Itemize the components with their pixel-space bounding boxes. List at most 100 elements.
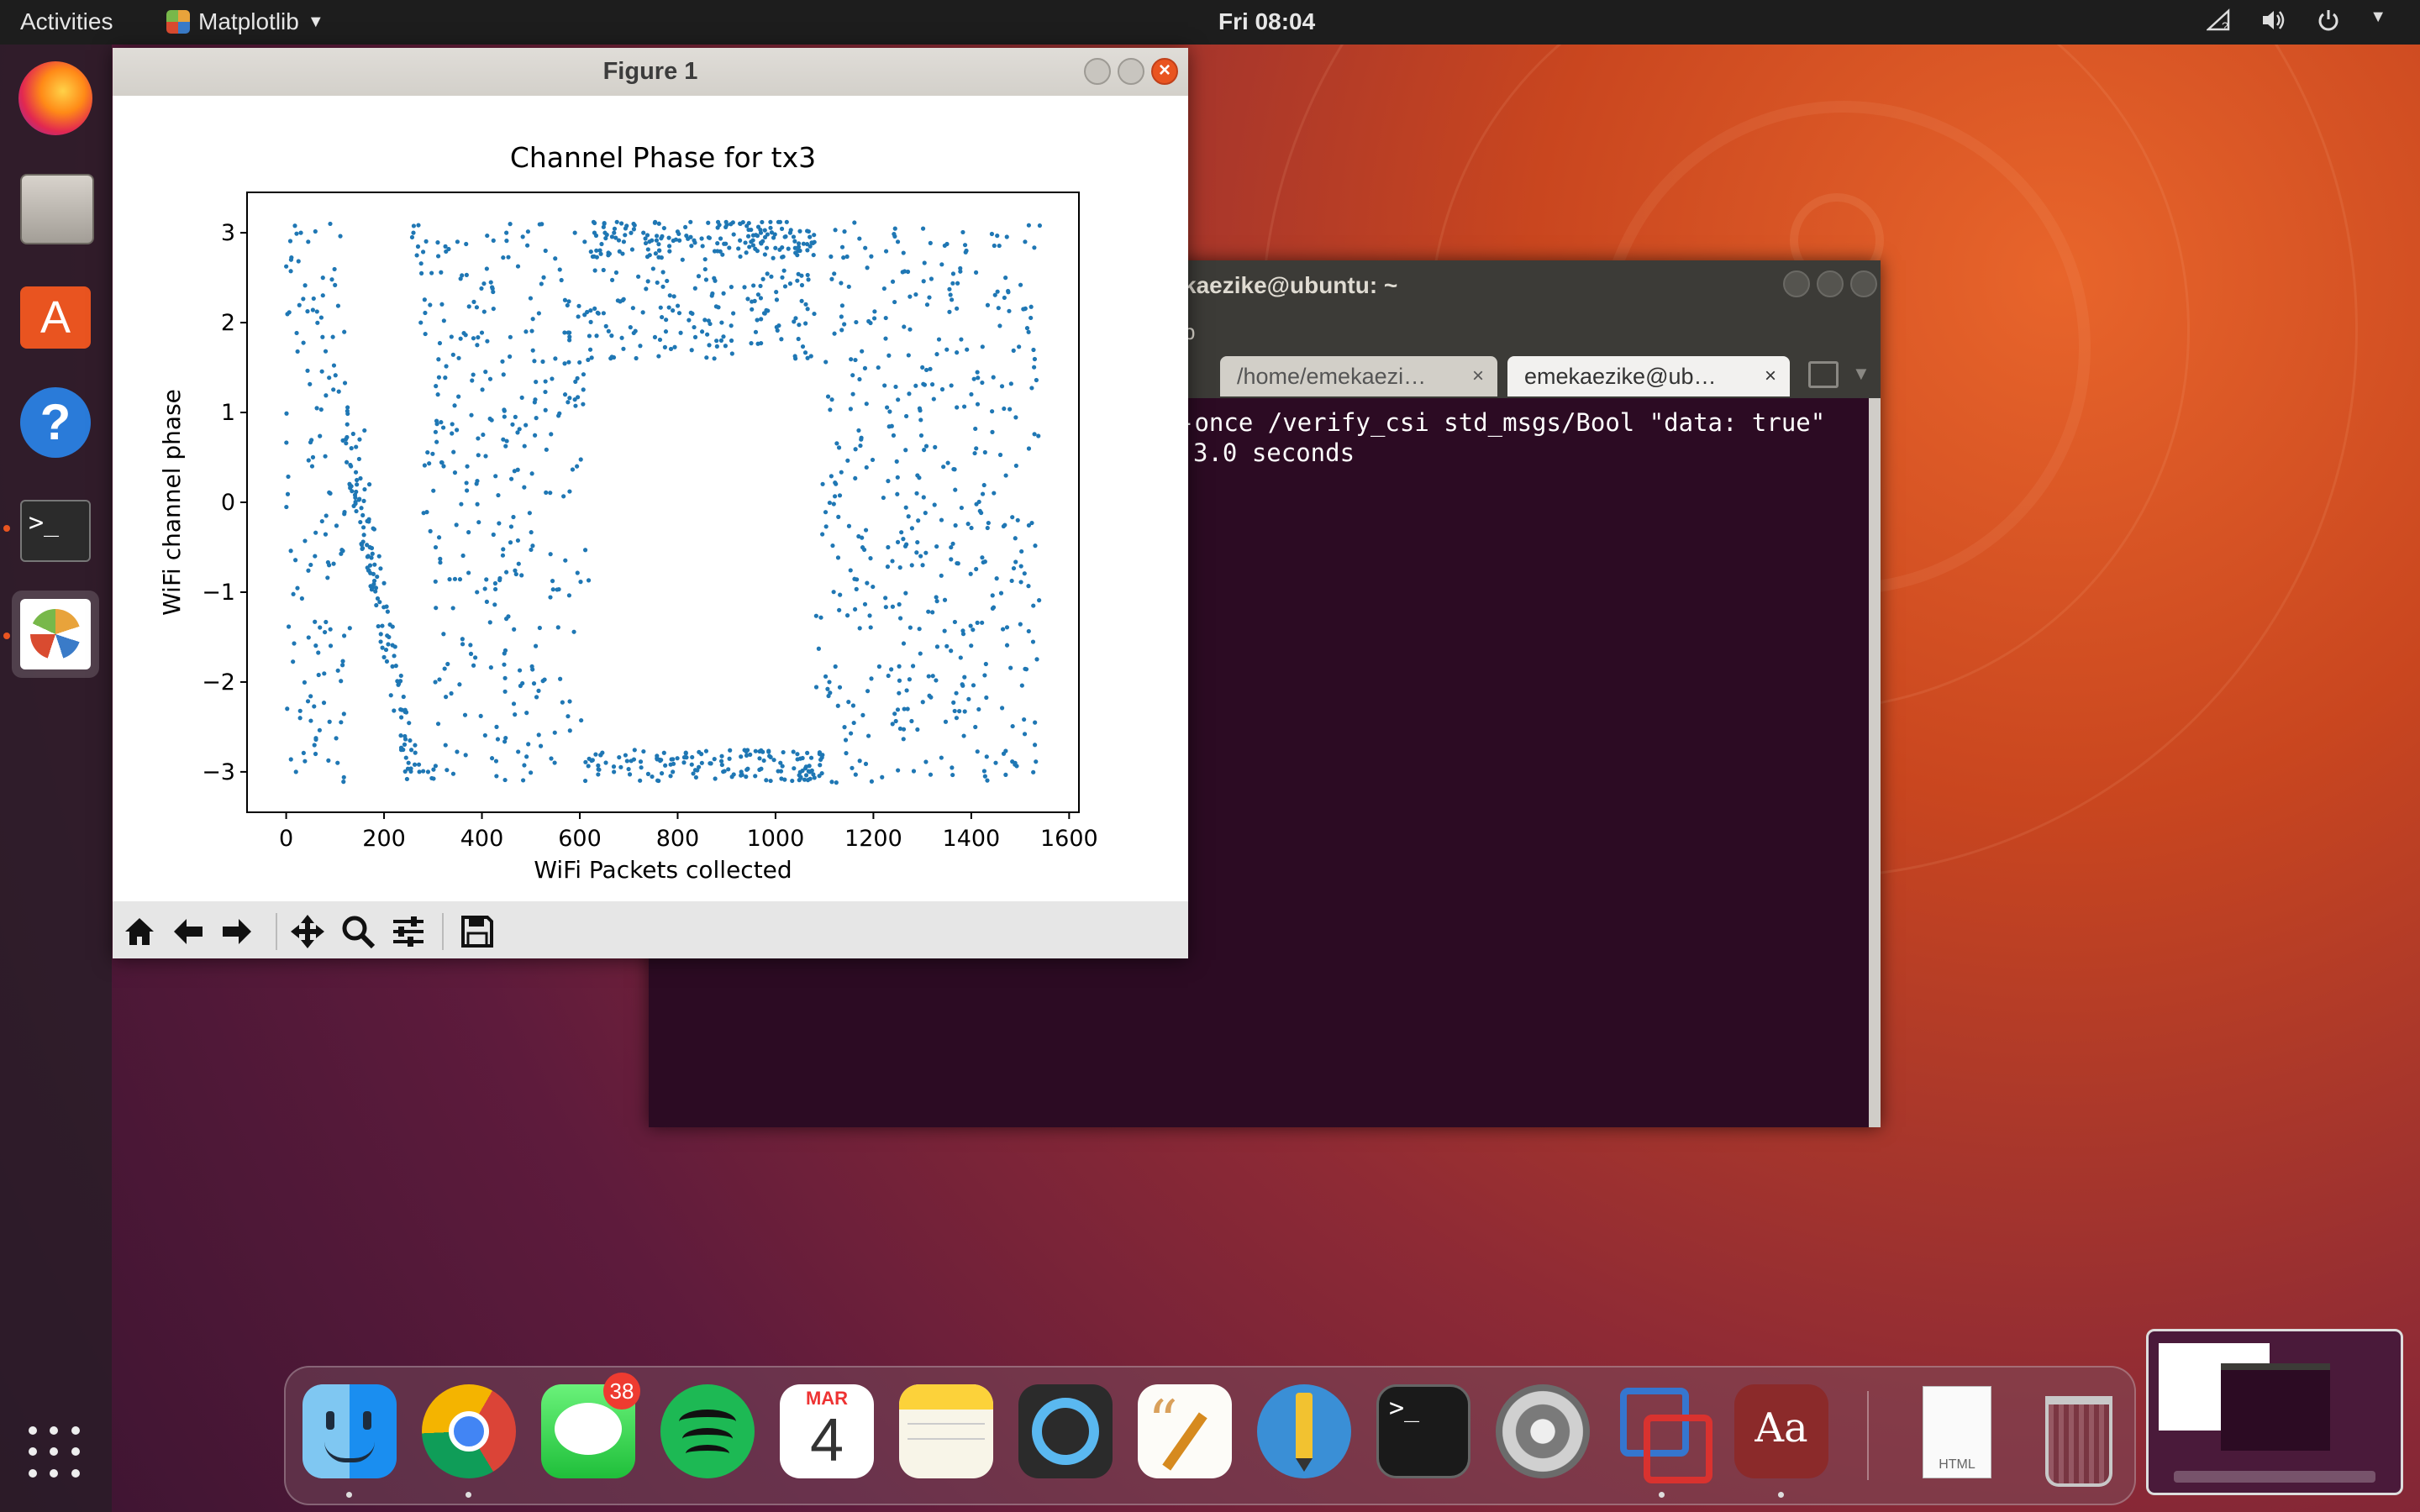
- scatter-point: [562, 392, 568, 397]
- scatter-point: [671, 294, 676, 299]
- dock-item-trash[interactable]: [2028, 1384, 2123, 1487]
- forward-button[interactable]: [215, 910, 259, 953]
- activities-button[interactable]: Activities: [20, 8, 113, 35]
- scatter-point: [906, 514, 911, 519]
- scatter-point: [872, 309, 877, 314]
- dock-item-finder[interactable]: [302, 1384, 397, 1478]
- save-button[interactable]: [455, 910, 499, 953]
- software-launcher[interactable]: A: [12, 271, 99, 359]
- scatter-point: [525, 229, 531, 234]
- scatter-point: [288, 549, 293, 554]
- scatter-point: [321, 701, 327, 706]
- dock-item-script-editor[interactable]: “: [1138, 1384, 1232, 1478]
- dock-item-calendar[interactable]: MAR 4: [780, 1384, 874, 1478]
- scatter-point: [611, 764, 617, 769]
- y-tick-label: 1: [221, 400, 235, 426]
- dock-item-system-preferences[interactable]: [1496, 1384, 1590, 1478]
- scatter-point: [392, 708, 397, 713]
- close-button[interactable]: [1850, 270, 1877, 297]
- scatter-point: [751, 283, 756, 288]
- close-icon[interactable]: ×: [1472, 356, 1484, 396]
- system-tray[interactable]: ? ▼: [2207, 8, 2386, 33]
- scatter-point: [572, 230, 577, 235]
- scatter-point: [501, 255, 506, 260]
- scatter-point: [450, 352, 455, 357]
- scatter-point: [718, 759, 724, 764]
- app-menu[interactable]: Matplotlib ▼: [166, 8, 324, 35]
- scatter-point: [671, 308, 676, 313]
- dock-item-spotify[interactable]: [660, 1384, 755, 1478]
- workspace-thumbnail[interactable]: [2146, 1329, 2403, 1495]
- scatter-point: [334, 736, 339, 741]
- dock-item-chrome[interactable]: [422, 1384, 516, 1478]
- chevron-down-icon[interactable]: ▼: [1852, 363, 1870, 385]
- scatter-point: [416, 223, 421, 228]
- dock-item-terminal[interactable]: >_: [1376, 1384, 1470, 1478]
- chart-canvas[interactable]: Channel Phase for tx3 0 200 400 600 800 1000 1…: [113, 96, 1188, 902]
- terminal-launcher[interactable]: >_: [12, 488, 99, 575]
- figure-window[interactable]: Figure 1 × Channel Phase for tx3 0 200 400…: [113, 48, 1188, 958]
- scatter-point: [485, 233, 490, 239]
- scatter-point: [296, 259, 301, 264]
- tab-emekaezike[interactable]: emekaezike@ub… ×: [1507, 356, 1790, 396]
- dock-item-notes[interactable]: [899, 1384, 993, 1478]
- close-icon[interactable]: ×: [1765, 356, 1776, 396]
- scatter-point: [575, 375, 580, 381]
- scatter-point: [980, 491, 986, 496]
- clock[interactable]: Fri 08:04: [1218, 8, 1315, 35]
- matplotlib-launcher[interactable]: [12, 591, 99, 678]
- dock-item-dictionary[interactable]: Aa: [1734, 1384, 1828, 1478]
- top-bar: Activities Matplotlib ▼ Fri 08:04 ? ▼: [0, 0, 2420, 45]
- scatter-point: [890, 279, 896, 284]
- minimize-button[interactable]: [1783, 270, 1810, 297]
- maximize-button[interactable]: [1118, 58, 1144, 85]
- scatter-point: [340, 663, 345, 668]
- minimize-button[interactable]: [1084, 58, 1111, 85]
- scatter-point: [550, 579, 555, 584]
- help-launcher[interactable]: ?: [12, 379, 99, 466]
- scatter-point: [692, 324, 697, 330]
- scrollbar[interactable]: [1869, 398, 1881, 1127]
- firefox-launcher[interactable]: [12, 55, 99, 142]
- scatter-point: [318, 433, 323, 438]
- home-button[interactable]: [118, 910, 161, 953]
- dock-item-vmware[interactable]: [1615, 1384, 1712, 1483]
- y-tick-label: −1: [202, 580, 235, 606]
- scatter-point: [992, 243, 997, 249]
- figure-titlebar[interactable]: Figure 1 ×: [113, 48, 1188, 96]
- scatter-point: [566, 714, 571, 719]
- scatter-point: [575, 464, 580, 469]
- scatter-point: [520, 778, 526, 783]
- pan-button[interactable]: [286, 910, 329, 953]
- scatter-point: [823, 524, 829, 529]
- maximize-button[interactable]: [1817, 270, 1844, 297]
- scatter-point: [660, 314, 665, 320]
- scatter-point: [708, 321, 713, 327]
- files-launcher[interactable]: [12, 164, 99, 251]
- scatter-point: [286, 624, 292, 629]
- scatter-point: [908, 294, 913, 299]
- running-indicator: [466, 1492, 471, 1498]
- scatter-point: [753, 329, 759, 334]
- dock-item-quicktime[interactable]: [1018, 1384, 1113, 1478]
- scatter-point: [869, 779, 875, 784]
- configure-subplots-button[interactable]: [387, 910, 430, 953]
- dock-item-html-file[interactable]: HTML: [1909, 1384, 2003, 1478]
- dock-item-pencil[interactable]: [1257, 1384, 1351, 1478]
- back-button[interactable]: [166, 910, 210, 953]
- close-button[interactable]: ×: [1151, 58, 1178, 85]
- scatter-point: [541, 275, 546, 280]
- scatter-point: [436, 535, 442, 540]
- scatter-point: [902, 543, 908, 549]
- scatter-point: [638, 344, 643, 349]
- scatter-point: [596, 763, 601, 768]
- show-applications-button[interactable]: [29, 1426, 82, 1480]
- tab-home[interactable]: /home/emekaezi… ×: [1220, 356, 1497, 396]
- scatter-point: [929, 276, 934, 281]
- dock-item-messages[interactable]: 38: [541, 1373, 640, 1478]
- zoom-button[interactable]: [336, 910, 380, 953]
- scatter-point: [897, 601, 902, 607]
- scatter-point: [955, 560, 960, 566]
- new-tab-icon[interactable]: [1808, 361, 1839, 388]
- scatter-point: [780, 255, 785, 260]
